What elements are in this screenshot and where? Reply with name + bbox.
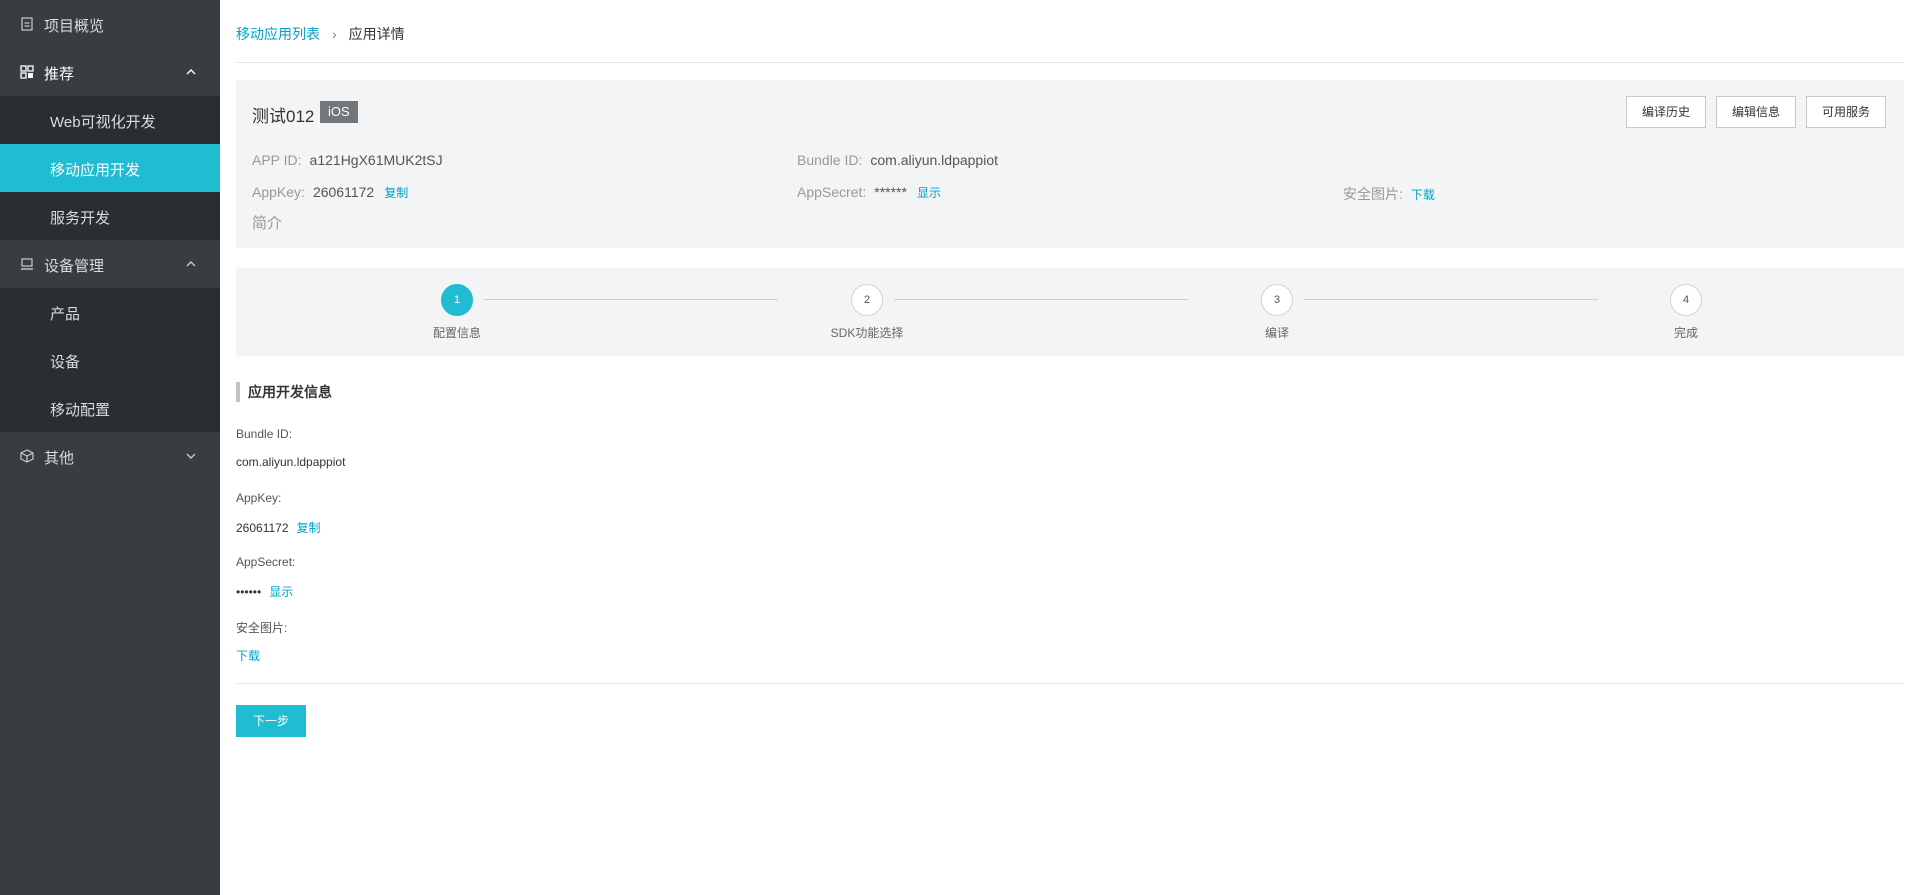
available-services-button[interactable]: 可用服务 (1806, 96, 1887, 128)
steps-bar: 1 配置信息 2 SDK功能选择 3 编译 4 完成 (236, 268, 1904, 356)
sidebar-group-label: 其他 (44, 450, 75, 467)
download-security-image-link[interactable]: 下载 (1411, 188, 1435, 202)
step-2-label: SDK功能选择 (830, 326, 904, 340)
sidebar-item-device[interactable]: 设备 (0, 336, 220, 384)
sidebar-item-service-dev[interactable]: 服务开发 (0, 192, 220, 240)
sidebar-item-product[interactable]: 产品 (0, 288, 220, 336)
appsecret-field: AppSecret: ****** 显示 (797, 184, 941, 201)
sidebar-group-device-mgmt[interactable]: 设备管理 (0, 240, 220, 288)
cube-icon (20, 449, 34, 463)
section-title: 应用开发信息 (236, 382, 332, 402)
dev-appkey-label: AppKey: (236, 491, 282, 505)
appkey-field: AppKey: 26061172 复制 (252, 184, 408, 201)
sidebar-group-label: 推荐 (44, 66, 75, 83)
sidebar-item-web-visual-dev[interactable]: Web可视化开发 (0, 96, 220, 144)
bundle-id-value: com.aliyun.ldpappiot (870, 152, 999, 168)
dev-appsecret-label: AppSecret: (236, 555, 296, 569)
sidebar-item-overview[interactable]: 项目概览 (0, 0, 220, 48)
dev-show-appsecret-link[interactable]: 显示 (269, 585, 293, 599)
sidebar-group-label: 设备管理 (44, 258, 105, 275)
step-connector (1304, 299, 1598, 300)
security-image-label: 安全图片: (1343, 186, 1403, 202)
sidebar-item-mobile-app-dev[interactable]: 移动应用开发 (0, 144, 220, 192)
sidebar-item-label: 设备 (50, 354, 81, 371)
sidebar: 项目概览 推荐 Web可视化开发 移动应用开发 服务开发 设备管理 产品 设备 … (0, 0, 220, 895)
dev-bundle-id-text: com.aliyun.ldpappiot (236, 455, 346, 469)
app-info-panel: 测试012 iOS 编译历史 编辑信息 可用服务 APP ID: a121HgX6… (236, 80, 1904, 248)
app-id-value: a121HgX61MUK2tSJ (309, 152, 443, 168)
dev-bundle-id-label: Bundle ID: (236, 427, 293, 441)
step-4-circle: 4 (1670, 284, 1702, 316)
dev-bundle-id-value: com.aliyun.ldpappiot (236, 455, 345, 469)
sidebar-group-other[interactable]: 其他 (0, 432, 220, 480)
breadcrumb-current: 应用详情 (348, 26, 405, 42)
sidebar-item-label: 服务开发 (50, 210, 111, 227)
dev-copy-appkey-link[interactable]: 复制 (297, 521, 321, 535)
step-1-circle: 1 (441, 284, 473, 316)
bundle-id-label: Bundle ID: (797, 152, 863, 168)
appsecret-value: ****** (874, 184, 907, 200)
divider (236, 62, 1904, 63)
dev-appsecret-text: •••••• (236, 585, 262, 599)
dev-security-image-label: 安全图片: (236, 621, 288, 635)
security-image-field: 安全图片: 下载 (1343, 184, 1435, 204)
platform-badge: iOS (320, 101, 358, 123)
divider (236, 683, 1904, 684)
bundle-id-field: Bundle ID: com.aliyun.ldpappiot (797, 152, 998, 168)
step-3-label: 编译 (1264, 326, 1289, 340)
appkey-label: AppKey: (252, 184, 305, 200)
step-connector (894, 299, 1188, 300)
sidebar-item-label: 移动应用开发 (50, 162, 141, 179)
step-3-circle: 3 (1261, 284, 1293, 316)
app-name: 测试012 (252, 107, 315, 126)
step-4-label: 完成 (1673, 326, 1698, 340)
next-step-button[interactable]: 下一步 (236, 705, 306, 737)
sidebar-item-label: 移动配置 (50, 402, 111, 419)
main-content: 移动应用列表 › 应用详情 测试012 iOS 编译历史 编辑信息 可用服务 A… (220, 0, 1919, 895)
dev-download-security-image-link[interactable]: 下载 (236, 647, 260, 664)
appkey-value: 26061172 (312, 184, 375, 200)
breadcrumb: 移动应用列表 › 应用详情 (236, 24, 405, 44)
chevron-down-icon (186, 453, 196, 459)
dev-appsecret-value: •••••• 显示 (236, 583, 293, 600)
breadcrumb-link-app-list[interactable]: 移动应用列表 (236, 24, 320, 44)
sidebar-item-label: 产品 (50, 306, 81, 323)
compile-history-button[interactable]: 编译历史 (1626, 96, 1707, 128)
chevron-up-icon (186, 69, 196, 75)
step-2-circle: 2 (851, 284, 883, 316)
sidebar-group-recommend[interactable]: 推荐 (0, 48, 220, 96)
sidebar-item-label: Web可视化开发 (50, 114, 156, 131)
sidebar-item-label: 项目概览 (44, 18, 105, 35)
dev-appkey-text: 26061172 (236, 521, 289, 535)
show-appsecret-link[interactable]: 显示 (917, 186, 941, 200)
device-icon (21, 258, 33, 270)
copy-appkey-link[interactable]: 复制 (384, 186, 408, 200)
step-1-label: 配置信息 (432, 326, 481, 340)
edit-info-button[interactable]: 编辑信息 (1716, 96, 1797, 128)
sidebar-item-mobile-config[interactable]: 移动配置 (0, 384, 220, 432)
app-intro-label: 简介 (252, 215, 283, 232)
chevron-up-icon (186, 261, 196, 267)
step-connector (484, 299, 778, 300)
app-id-label: APP ID: (252, 152, 302, 168)
dev-appkey-value: 26061172 复制 (236, 519, 321, 536)
chevron-right-icon: › (332, 26, 337, 42)
grid-icon (20, 65, 34, 79)
appsecret-label: AppSecret: (797, 184, 867, 200)
document-icon (21, 17, 33, 31)
app-id-field: APP ID: a121HgX61MUK2tSJ (252, 152, 443, 168)
